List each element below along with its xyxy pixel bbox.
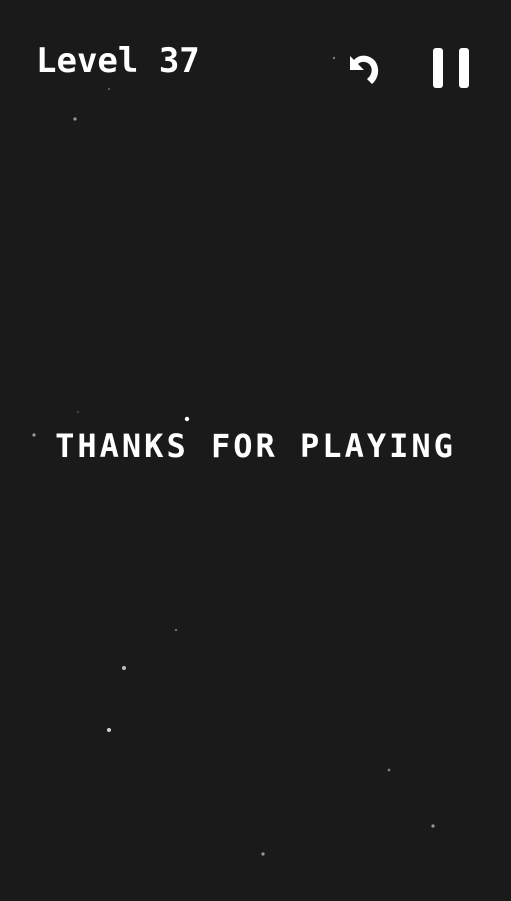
star-particle — [261, 852, 265, 856]
star-particle — [107, 728, 111, 732]
pause-icon — [433, 48, 469, 88]
pause-button[interactable] — [428, 44, 476, 92]
star-particle — [174, 628, 178, 632]
star-particle — [387, 768, 391, 772]
thanks-message: THANKS FOR PLAYING — [55, 427, 456, 465]
star-particle — [108, 88, 110, 90]
star-particle — [73, 117, 77, 121]
game-screen: Level 37 THANKS FOR PLAYING — [0, 0, 511, 901]
level-indicator: Level 37 — [36, 41, 200, 81]
star-particle — [184, 416, 190, 422]
undo-button[interactable] — [336, 44, 384, 92]
star-particle — [77, 411, 79, 413]
undo-icon — [350, 55, 379, 84]
star-particle — [122, 666, 126, 670]
star-particle — [332, 56, 336, 60]
star-particle — [431, 824, 435, 828]
